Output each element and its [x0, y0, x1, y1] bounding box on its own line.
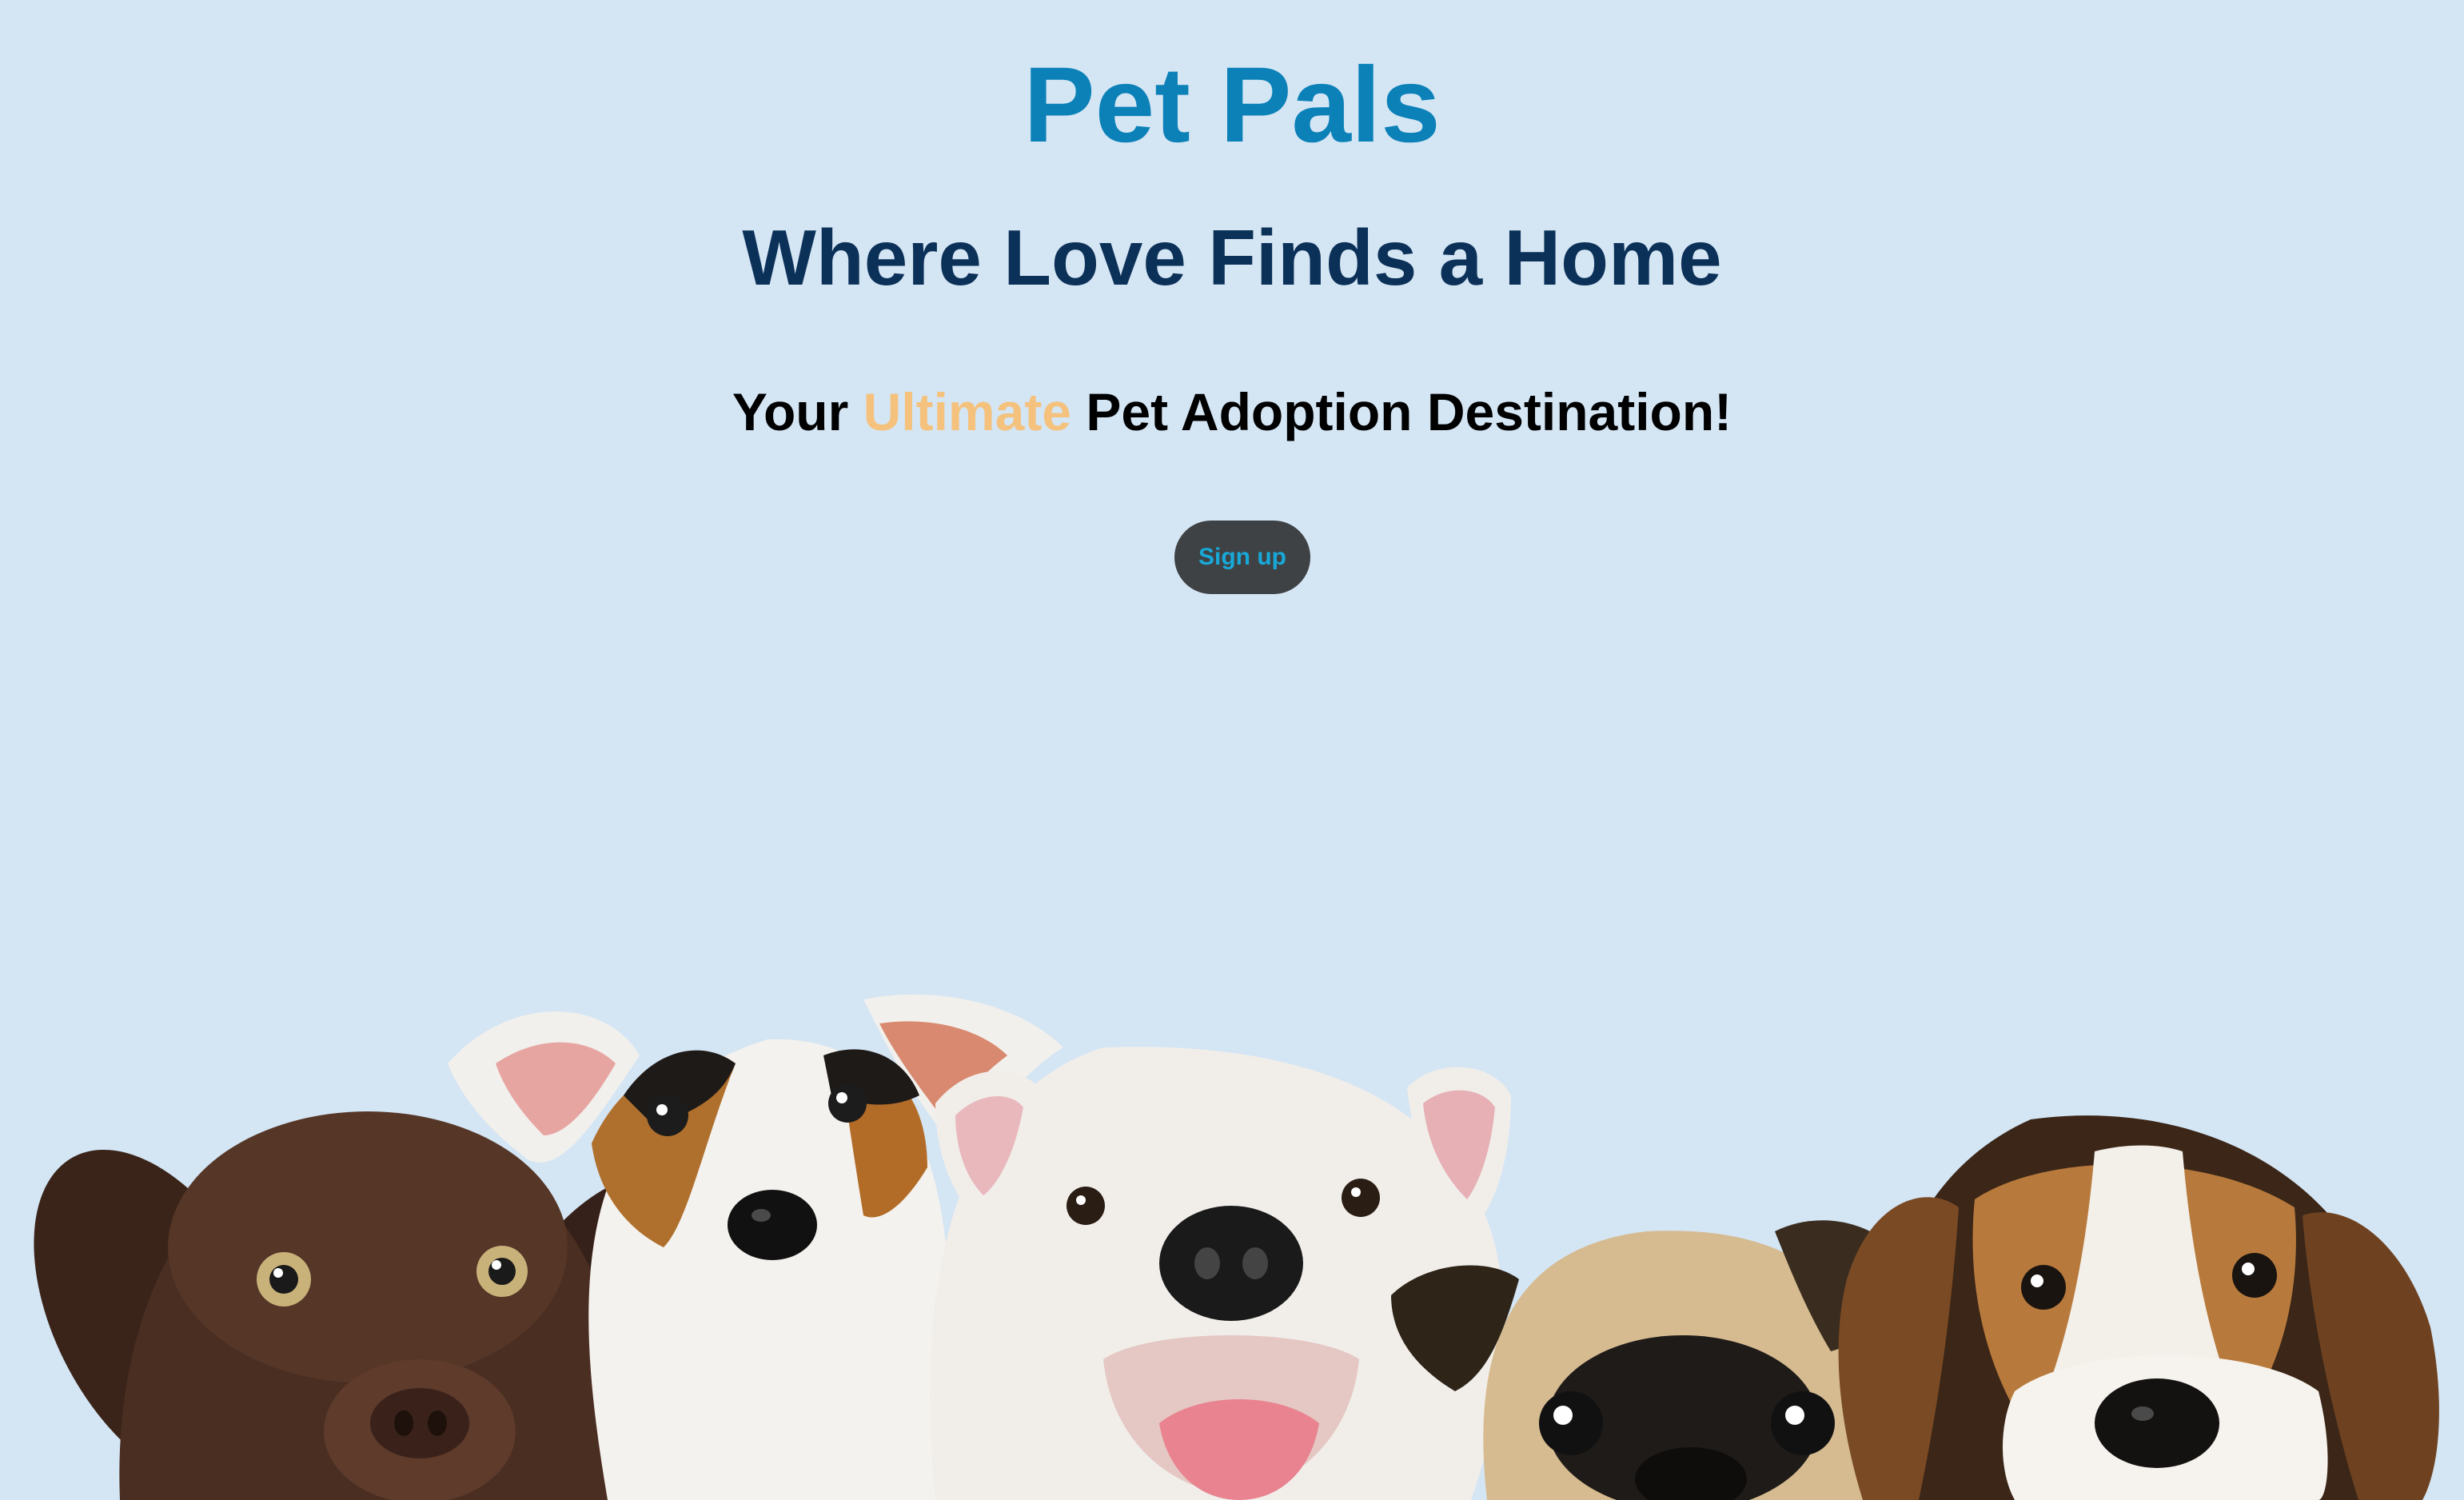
hero-headline: Where Love Finds a Home: [742, 213, 1722, 301]
landing-page: Pet Pals Where Love Finds a Home Your Ul…: [0, 0, 2464, 1500]
signup-button[interactable]: Sign up: [1174, 521, 1310, 594]
tagline-prefix: Your: [732, 382, 863, 441]
brand-title: Pet Pals: [1023, 46, 1441, 165]
tagline-suffix: Pet Adoption Destination!: [1071, 382, 1732, 441]
beagle-puppy: [1838, 1115, 2439, 1500]
hero-tagline: Your Ultimate Pet Adoption Destination!: [0, 376, 2464, 448]
tagline-accent: Ultimate: [863, 382, 1071, 441]
hero-dogs-image: [34, 994, 2439, 1500]
white-bulldog-puppy: [930, 1047, 1511, 1500]
